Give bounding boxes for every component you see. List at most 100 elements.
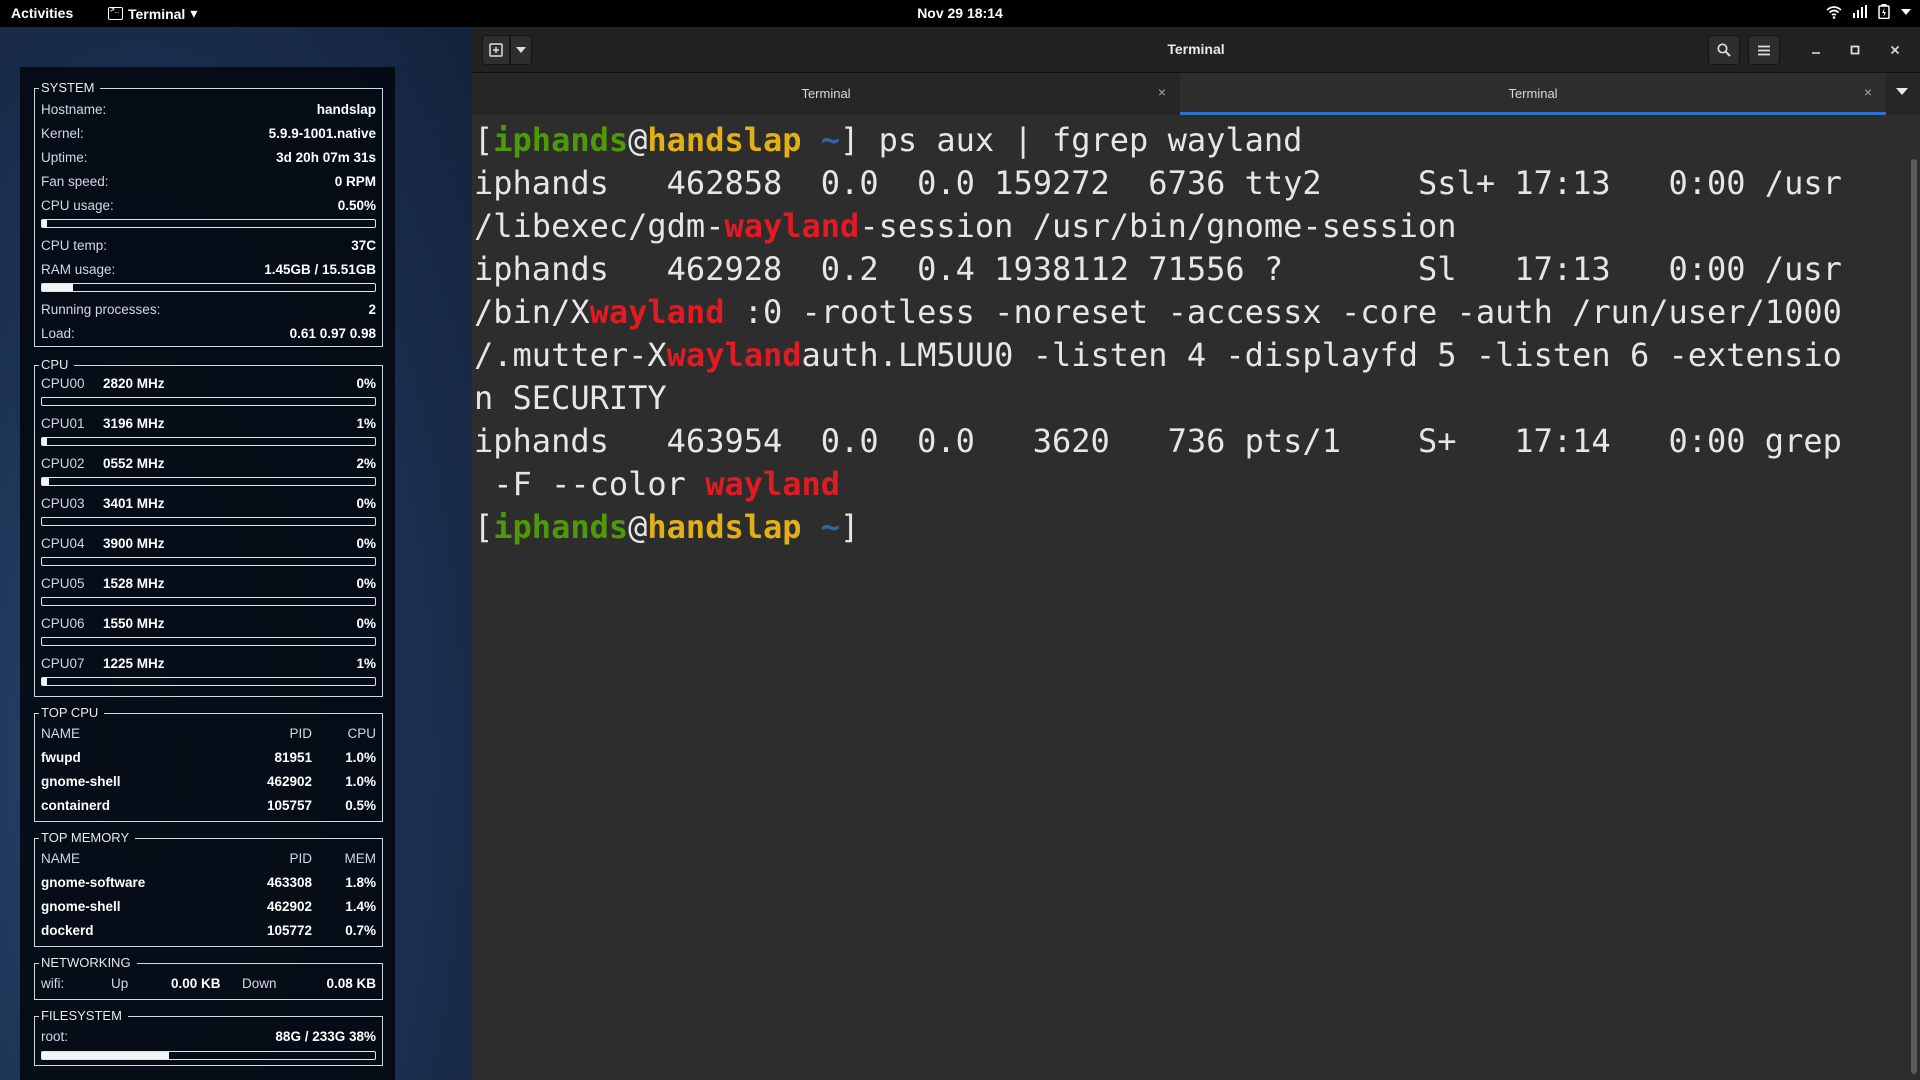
new-tab-icon [489, 43, 503, 57]
terminal-line: [iphands@handslap ~] [474, 506, 1904, 549]
maximize-button[interactable] [1845, 40, 1865, 60]
section-title: NETWORKING [39, 955, 137, 970]
cpu-core-row: CPU06 1550 MHz 0% [41, 616, 376, 634]
terminal-text-segment: wayland [724, 207, 860, 245]
terminal-window: Terminal Terminal × Terminal × [iphands@… [472, 27, 1920, 1080]
terminal-text-segment: iphands 462858 0.0 0.0 159272 6736 tty2 … [474, 164, 1842, 202]
terminal-text-segment: iphands 462928 0.2 0.4 1938112 71556 ? S… [474, 250, 1842, 288]
maximize-icon [1850, 45, 1860, 55]
top-cpu-section: TOP CPU NAME PID CPU fwupd 81951 1.0% gnome-… [34, 705, 383, 822]
search-button[interactable] [1708, 35, 1740, 65]
tab-bar: Terminal × Terminal × [472, 73, 1920, 115]
cpu-core-name: CPU04 [41, 536, 85, 551]
system-menu-icon[interactable] [1900, 7, 1912, 17]
terminal-text-segment: ~ [820, 121, 841, 159]
volume-icon[interactable] [1852, 4, 1868, 19]
tab-close-icon[interactable]: × [1864, 84, 1872, 100]
top-memory-section: TOP MEMORY NAME PID MEM gnome-software 4633… [34, 830, 383, 947]
cpu-core-frequency: 0552 MHz [103, 456, 165, 471]
terminal-line: iphands 462928 0.2 0.4 1938112 71556 ? S… [474, 248, 1904, 291]
tab-list-button[interactable] [1896, 83, 1908, 101]
cpu-core-frequency: 1528 MHz [103, 576, 165, 591]
load-label: Load: [41, 326, 75, 341]
process-name: gnome-software [41, 875, 146, 890]
close-button[interactable] [1885, 40, 1905, 60]
cpu-core-usage: 0% [356, 376, 376, 391]
terminal-text-segment: wayland [705, 465, 841, 503]
battery-icon[interactable] [1878, 4, 1890, 19]
cpu-core-frequency: 1225 MHz [103, 656, 165, 671]
cpu-core-name: CPU03 [41, 496, 85, 511]
table-row: containerd 105757 0.5% [41, 798, 376, 816]
app-menu[interactable]: Terminal ▾ [108, 5, 197, 22]
search-icon [1717, 43, 1731, 57]
tab-terminal-1[interactable]: Terminal × [472, 73, 1180, 115]
terminal-text-segment: ~ [820, 508, 841, 546]
cpu-core-usage: 0% [356, 576, 376, 591]
system-tray[interactable] [1826, 4, 1912, 19]
uptime-label: Uptime: [41, 150, 88, 165]
section-title: CPU [39, 357, 75, 372]
process-pid: 105772 [266, 923, 312, 938]
tab-label: Terminal [801, 86, 851, 101]
cpu-core-name: CPU05 [41, 576, 85, 591]
terminal-line: -F --color wayland [474, 463, 1904, 506]
cpu-core-name: CPU07 [41, 656, 85, 671]
wifi-icon[interactable] [1826, 5, 1842, 19]
new-tab-button[interactable] [482, 35, 510, 65]
terminal-text-segment: -F --color [474, 465, 706, 503]
cpu-core-usage: 2% [356, 456, 376, 471]
cpu-usage-value: 0.50% [337, 198, 376, 213]
download-value: 0.08 KB [326, 976, 376, 991]
terminal-text-segment: wayland [589, 293, 725, 331]
table-row: gnome-shell 462902 1.0% [41, 774, 376, 792]
col-mem: MEM [344, 851, 377, 866]
close-icon [1890, 45, 1900, 55]
cpu-core-frequency: 3900 MHz [103, 536, 165, 551]
menu-button[interactable] [1748, 35, 1780, 65]
terminal-text-segment: -session /usr/bin/gnome-session [859, 207, 1457, 245]
hamburger-icon [1758, 45, 1770, 55]
terminal-line: [iphands@handslap ~] ps aux | fgrep wayl… [474, 119, 1904, 162]
terminal-text-segment: [ [474, 508, 494, 546]
chevron-down-icon [1896, 88, 1908, 95]
scrollbar[interactable] [1911, 159, 1917, 1074]
terminal-text-segment: ] [840, 508, 860, 546]
process-cpu: 1.0% [345, 750, 376, 765]
tab-terminal-2[interactable]: Terminal × [1180, 73, 1886, 115]
top-bar: Activities Terminal ▾ Nov 29 18:14 [0, 0, 1920, 27]
new-tab-menu-button[interactable] [510, 35, 532, 65]
activities-button[interactable]: Activities [11, 5, 73, 21]
terminal-text-segment: :0 -rootless -noreset -accessx -core -au… [724, 293, 1842, 331]
upload-label: Up [111, 976, 129, 991]
cpu-core-frequency: 1550 MHz [103, 616, 165, 631]
process-name: gnome-shell [41, 899, 121, 914]
minimize-button[interactable] [1806, 40, 1826, 60]
process-name: dockerd [41, 923, 94, 938]
terminal-output[interactable]: [iphands@handslap ~] ps aux | fgrep wayl… [474, 119, 1904, 1069]
running-processes-label: Running processes: [41, 302, 161, 317]
minimize-icon [1812, 52, 1820, 54]
cpu-core-bar [41, 597, 376, 606]
cpu-core-usage: 1% [356, 656, 376, 671]
hostname-value: handslap [316, 102, 376, 117]
terminal-text-segment: /bin/X [474, 293, 590, 331]
cpu-core-row: CPU04 3900 MHz 0% [41, 536, 376, 554]
cpu-temp-value: 37C [351, 238, 376, 253]
cpu-core-bar [41, 517, 376, 526]
uptime-value: 3d 20h 07m 31s [276, 150, 376, 165]
download-label: Down [242, 976, 277, 991]
ram-usage-value: 1.45GB / 15.51GB [264, 262, 376, 277]
ram-usage-bar [41, 283, 376, 292]
clock[interactable]: Nov 29 18:14 [917, 5, 1003, 21]
cpu-core-row: CPU07 1225 MHz 1% [41, 656, 376, 674]
process-mem: 1.8% [345, 875, 376, 890]
tab-close-icon[interactable]: × [1158, 84, 1166, 100]
cpu-core-usage: 0% [356, 616, 376, 631]
cpu-core-bar-fill [42, 438, 47, 445]
process-mem: 0.7% [345, 923, 376, 938]
filesystem-usage-value: 88G / 233G 38% [275, 1029, 376, 1044]
fan-speed-label: Fan speed: [41, 174, 109, 189]
cpu-usage-label: CPU usage: [41, 198, 114, 213]
